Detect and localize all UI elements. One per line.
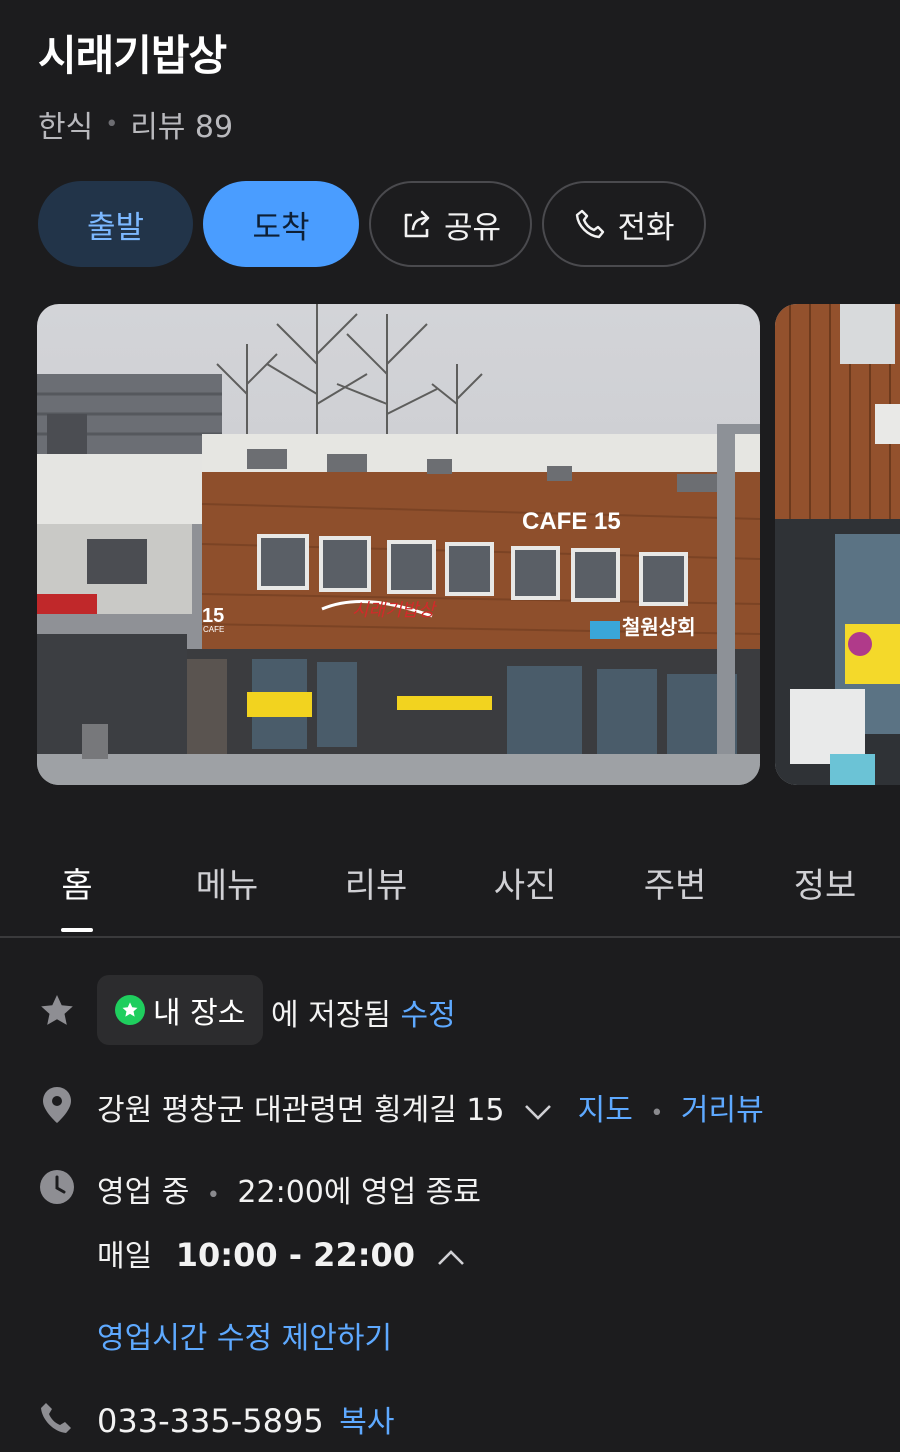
depart-button[interactable]: 출발 xyxy=(38,181,193,267)
sign-cafe-small: CAFE xyxy=(203,625,224,634)
location-pin-icon xyxy=(43,1087,71,1123)
open-status: 영업 중 xyxy=(97,1175,190,1210)
saved-suffix-text: 에 저장됨 xyxy=(271,998,391,1033)
tab-home[interactable]: 홈 xyxy=(61,858,92,907)
saved-list-label: 내 장소 xyxy=(153,996,246,1031)
star-icon xyxy=(41,995,73,1025)
closing-time: 22:00에 영업 종료 xyxy=(237,1175,481,1210)
review-count-link[interactable]: 리뷰 89 xyxy=(130,102,233,146)
svg-text:시래기밥상: 시래기밥상 xyxy=(352,600,437,621)
hours-status-row: 영업 중 • 22:00에 영업 종료 xyxy=(97,1167,481,1211)
sign-cafe15: CAFE 15 xyxy=(522,508,621,535)
call-label: 전화 xyxy=(617,209,675,246)
tab-menu[interactable]: 메뉴 xyxy=(196,858,259,907)
map-link[interactable]: 지도 xyxy=(578,1093,633,1128)
clock-icon xyxy=(40,1170,74,1204)
photo-storefront-2[interactable] xyxy=(775,304,900,785)
copy-phone-link[interactable]: 복사 xyxy=(339,1405,394,1440)
separator-dot: • xyxy=(206,1183,220,1208)
hours-days: 매일 xyxy=(97,1239,153,1274)
saved-edit-link[interactable]: 수정 xyxy=(400,998,455,1033)
active-tab-indicator xyxy=(61,928,93,932)
share-label: 공유 xyxy=(443,209,502,246)
place-subline: 한식 • 리뷰 89 xyxy=(38,102,233,146)
phone-icon xyxy=(41,1403,71,1433)
share-button[interactable]: 공유 xyxy=(369,181,532,267)
sign-15: 15 xyxy=(202,605,224,627)
suggest-hours-edit-link[interactable]: 영업시간 수정 제안하기 xyxy=(97,1313,392,1357)
category-label: 한식 xyxy=(38,110,94,145)
phone-number[interactable]: 033-335-5895 xyxy=(97,1402,324,1440)
address-text[interactable]: 강원 평창군 대관령면 횡계길 15 xyxy=(97,1093,505,1128)
phone-row: 033-335-5895 복사 xyxy=(97,1397,394,1441)
address-row: 강원 평창군 대관령면 횡계길 15 지도 • 거리뷰 xyxy=(97,1085,764,1129)
hours-detail-row[interactable]: 매일 10:00 - 22:00 xyxy=(97,1231,467,1275)
tab-photos[interactable]: 사진 xyxy=(494,858,557,907)
tab-reviews[interactable]: 리뷰 xyxy=(345,858,408,907)
separator-dot: • xyxy=(105,111,119,137)
saved-list-chip[interactable]: 내 장소 xyxy=(97,975,264,1045)
hours-range: 10:00 - 22:00 xyxy=(175,1236,416,1274)
place-title: 시래기밥상 xyxy=(38,31,227,80)
tab-nearby[interactable]: 주변 xyxy=(644,858,707,907)
saved-suffix: 에 저장됨 수정 xyxy=(271,990,456,1034)
chevron-down-icon[interactable] xyxy=(522,1100,554,1124)
arrive-button[interactable]: 도착 xyxy=(203,181,359,267)
action-buttons: 출발 도착 공유 전화 xyxy=(38,181,716,267)
sign-shop: 철원상회 xyxy=(622,615,696,639)
tab-info[interactable]: 정보 xyxy=(794,858,857,907)
chevron-up-icon[interactable] xyxy=(435,1246,467,1270)
streetview-link[interactable]: 거리뷰 xyxy=(681,1093,764,1128)
tab-bar: 홈 메뉴 리뷰 사진 주변 정보 xyxy=(0,850,900,938)
share-icon xyxy=(404,210,430,238)
separator-dot: • xyxy=(650,1101,664,1126)
call-button[interactable]: 전화 xyxy=(542,181,706,267)
phone-icon xyxy=(576,209,605,239)
green-star-icon xyxy=(115,995,145,1025)
photo-storefront[interactable]: CAFE 15 15 CAFE 시래기밥상 철원상회 xyxy=(37,304,760,785)
